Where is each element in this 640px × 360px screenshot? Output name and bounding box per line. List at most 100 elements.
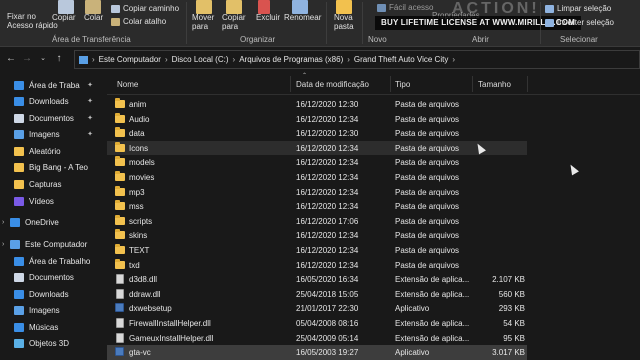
- pin-icon: ✦: [87, 98, 93, 105]
- nav-item-label: Vídeos: [29, 196, 54, 206]
- column-header-row: ⌃ Nome Data de modificação Tipo Tamanho: [107, 73, 640, 95]
- document-icon: [14, 113, 24, 123]
- copy-button[interactable]: Copiar: [52, 13, 76, 22]
- file-row[interactable]: mss 16/12/2020 12:34 Pasta de arquivos: [107, 199, 527, 214]
- column-header-type[interactable]: Tipo: [395, 80, 410, 89]
- paste-shortcut-icon: [111, 17, 120, 26]
- address-row: ← → ⌄ ↑ › Este Computador › Disco Local …: [0, 48, 640, 72]
- file-row[interactable]: Icons 16/12/2020 12:34 Pasta de arquivos: [107, 140, 527, 156]
- computer-icon: [79, 55, 88, 64]
- file-date: 16/12/2020 12:30: [296, 129, 359, 139]
- nav-item[interactable]: Imagens: [0, 302, 97, 318]
- easy-access-button[interactable]: Fácil acesso: [377, 3, 433, 12]
- folder-icon: [14, 179, 24, 189]
- copy-to-label-2: para: [222, 22, 239, 31]
- file-date: 16/12/2020 12:34: [296, 143, 359, 153]
- pin-quick-access-button[interactable]: Fixar no Acesso rápido: [7, 12, 58, 30]
- column-divider[interactable]: [527, 76, 528, 92]
- application-icon: [115, 303, 124, 313]
- nav-item[interactable]: Documentos ✦: [0, 110, 97, 126]
- copy-path-label: Copiar caminho: [123, 4, 180, 13]
- nav-item[interactable]: Vídeos: [0, 193, 97, 209]
- file-row[interactable]: GameuxInstallHelper.dll 25/04/2009 05:14 E…: [107, 331, 527, 346]
- dll-file-icon: [116, 274, 124, 285]
- nav-item[interactable]: Área de Traba ✦: [0, 77, 97, 93]
- recent-dropdown-button[interactable]: ⌄: [36, 52, 50, 66]
- nav-item[interactable]: Documentos: [0, 269, 97, 285]
- column-divider[interactable]: [472, 76, 473, 92]
- file-row[interactable]: anim 16/12/2020 12:30 Pasta de arquivos: [107, 97, 527, 112]
- folder-icon: [14, 146, 24, 156]
- breadcrumb-computer[interactable]: Este Computador: [99, 55, 161, 64]
- file-row[interactable]: movies 16/12/2020 12:34 Pasta de arquivos: [107, 170, 527, 185]
- nav-item[interactable]: › OneDrive: [0, 214, 97, 230]
- nav-item[interactable]: Área de Trabalho: [0, 253, 97, 269]
- up-button[interactable]: ↑: [52, 52, 66, 66]
- file-type: Pasta de arquivos: [395, 143, 460, 153]
- file-name: data: [129, 129, 145, 139]
- column-header-name[interactable]: Nome: [117, 80, 138, 89]
- folder-icon: [115, 258, 125, 269]
- folder-icon: [115, 112, 125, 123]
- file-row[interactable]: ddraw.dll 25/04/2018 15:05 Extensão de apl…: [107, 287, 527, 302]
- file-row[interactable]: skins 16/12/2020 12:34 Pasta de arquivos: [107, 228, 527, 243]
- back-button[interactable]: ←: [4, 52, 18, 66]
- column-header-date[interactable]: Data de modificação: [296, 80, 369, 89]
- file-row[interactable]: d3d8.dll 16/05/2020 16:34 Extensão de apli…: [107, 272, 527, 287]
- file-type: Pasta de arquivos: [395, 129, 460, 139]
- new-folder-button[interactable]: Nova pasta: [334, 13, 354, 31]
- copy-to-button[interactable]: Copiar para: [222, 13, 246, 31]
- file-name: models: [129, 158, 155, 168]
- sort-up-icon: ⌃: [302, 73, 308, 79]
- nav-item[interactable]: Músicas: [0, 319, 97, 335]
- folder-icon: [115, 156, 125, 167]
- file-size: 54 KB: [503, 319, 525, 328]
- breadcrumb-disk[interactable]: Disco Local (C:): [172, 55, 229, 64]
- column-header-size[interactable]: Tamanho: [478, 80, 511, 89]
- nav-item-label: Imagens: [29, 129, 60, 139]
- file-date: 16/12/2020 12:34: [296, 158, 359, 168]
- nav-item[interactable]: Imagens ✦: [0, 126, 97, 142]
- move-to-button[interactable]: Mover para: [192, 13, 214, 31]
- file-row[interactable]: data 16/12/2020 12:30 Pasta de arquivos: [107, 126, 527, 141]
- new-folder-label-2: pasta: [334, 22, 354, 31]
- file-row[interactable]: FirewallInstallHelper.dll 05/04/2008 08:1…: [107, 316, 527, 331]
- breadcrumb-gta-vc[interactable]: Grand Theft Auto Vice City: [354, 55, 448, 64]
- nav-item-label: Aleatório: [29, 146, 61, 156]
- folder-icon: [115, 200, 125, 211]
- file-row[interactable]: scripts 16/12/2020 17:06 Pasta de arquivos: [107, 214, 527, 229]
- paste-button[interactable]: Colar: [84, 13, 103, 22]
- copy-path-button[interactable]: Copiar caminho: [111, 4, 179, 13]
- move-label: Mover: [192, 13, 215, 22]
- file-row[interactable]: gta-vc 16/05/2003 19:27 Aplicativo 3.017 KB: [107, 345, 527, 360]
- address-bar[interactable]: › Este Computador › Disco Local (C:) › A…: [74, 50, 640, 69]
- paste-shortcut-button[interactable]: Colar atalho: [111, 17, 166, 26]
- file-type: Pasta de arquivos: [395, 173, 460, 182]
- column-divider[interactable]: [390, 76, 391, 92]
- file-row[interactable]: Audio 16/12/2020 12:34 Pasta de arquivos: [107, 112, 527, 127]
- forward-button[interactable]: →: [20, 52, 34, 66]
- rename-button[interactable]: Renomear: [284, 13, 321, 22]
- file-row[interactable]: models 16/12/2020 12:34 Pasta de arquivos: [107, 155, 527, 170]
- nav-item[interactable]: Downloads: [0, 286, 97, 302]
- chevron-right-icon[interactable]: ›: [2, 241, 10, 248]
- invert-selection-button[interactable]: Inverter seleção: [545, 18, 614, 27]
- breadcrumb-program-files[interactable]: Arquivos de Programas (x86): [239, 55, 343, 64]
- pin-icon: ✦: [87, 115, 93, 122]
- nav-item[interactable]: Downloads ✦: [0, 93, 97, 109]
- nav-item[interactable]: Capturas: [0, 176, 97, 192]
- file-row[interactable]: TEXT 16/12/2020 12:34 Pasta de arquivos: [107, 243, 527, 258]
- nav-item[interactable]: › Este Computador: [0, 236, 97, 252]
- delete-button[interactable]: Excluir: [256, 13, 280, 22]
- chevron-right-icon[interactable]: ›: [2, 219, 10, 226]
- file-row[interactable]: txd 16/12/2020 12:34 Pasta de arquivos: [107, 258, 527, 273]
- file-name: anim: [129, 100, 147, 109]
- file-row[interactable]: dxwebsetup 21/01/2017 22:30 Aplicativo 293 …: [107, 301, 527, 316]
- column-divider[interactable]: [290, 76, 291, 92]
- file-type: Extensão de aplica...: [395, 319, 470, 328]
- nav-item[interactable]: Aleatório: [0, 143, 97, 159]
- file-row[interactable]: mp3 16/12/2020 12:34 Pasta de arquivos: [107, 185, 527, 200]
- nav-item[interactable]: Objetos 3D: [0, 335, 97, 351]
- clear-selection-button[interactable]: Limpar seleção: [545, 4, 611, 13]
- nav-item[interactable]: Big Bang - A Teo: [0, 159, 97, 175]
